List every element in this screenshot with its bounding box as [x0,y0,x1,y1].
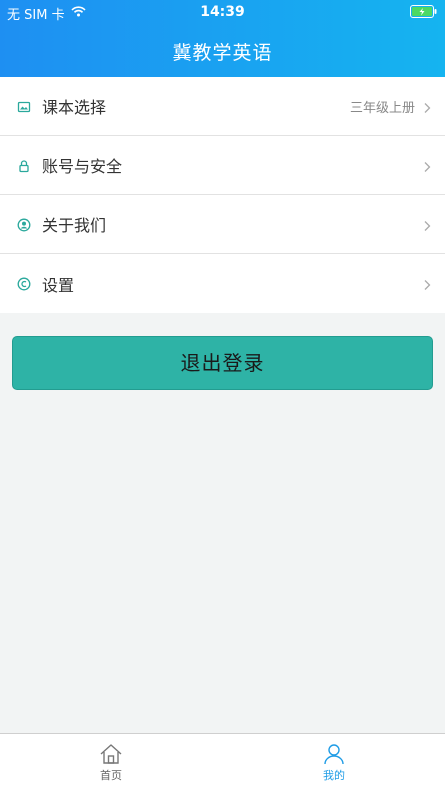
chevron-right-icon [423,99,431,113]
chevron-right-icon [423,158,431,172]
tab-label: 我的 [323,769,345,782]
settings-icon [17,276,31,291]
textbook-icon [17,99,31,113]
menu-item-label: 设置 [42,275,75,295]
page-title: 冀教学英语 [172,42,273,64]
tab-label: 首页 [100,769,122,782]
header: 无 SIM 卡 14:39 冀教学英语 [0,0,445,77]
chevron-right-icon [423,217,431,231]
tab-home[interactable]: 首页 [0,734,222,792]
lock-icon [17,158,31,173]
settings-menu: 课本选择 三年级上册 账号与安全 关于我们 设置 [0,77,445,313]
home-icon [100,744,122,764]
chevron-right-icon [423,276,431,290]
tab-bar: 首页 我的 [0,733,445,792]
menu-item-label: 关于我们 [42,216,107,235]
menu-item-label: 课本选择 [42,98,107,117]
tab-mine[interactable]: 我的 [223,734,445,792]
menu-item-textbook[interactable]: 课本选择 三年级上册 [0,77,445,136]
menu-item-settings[interactable]: 设置 [0,254,445,313]
screen: 无 SIM 卡 14:39 冀教学英语 课本选择 三年级上册 账号与安全 关于我… [0,0,445,792]
menu-item-about-us[interactable]: 关于我们 [0,195,445,254]
menu-item-account-security[interactable]: 账号与安全 [0,136,445,195]
logout-button[interactable]: 退出登录 [12,336,433,390]
status-time: 14:39 [200,4,245,20]
menu-item-label: 账号与安全 [42,157,123,176]
selected-textbook-value: 三年级上册 [349,100,415,116]
person-icon [324,744,344,765]
status-bar: 无 SIM 卡 14:39 [0,0,445,24]
user-circle-icon [17,217,31,232]
battery-icon [410,5,437,18]
